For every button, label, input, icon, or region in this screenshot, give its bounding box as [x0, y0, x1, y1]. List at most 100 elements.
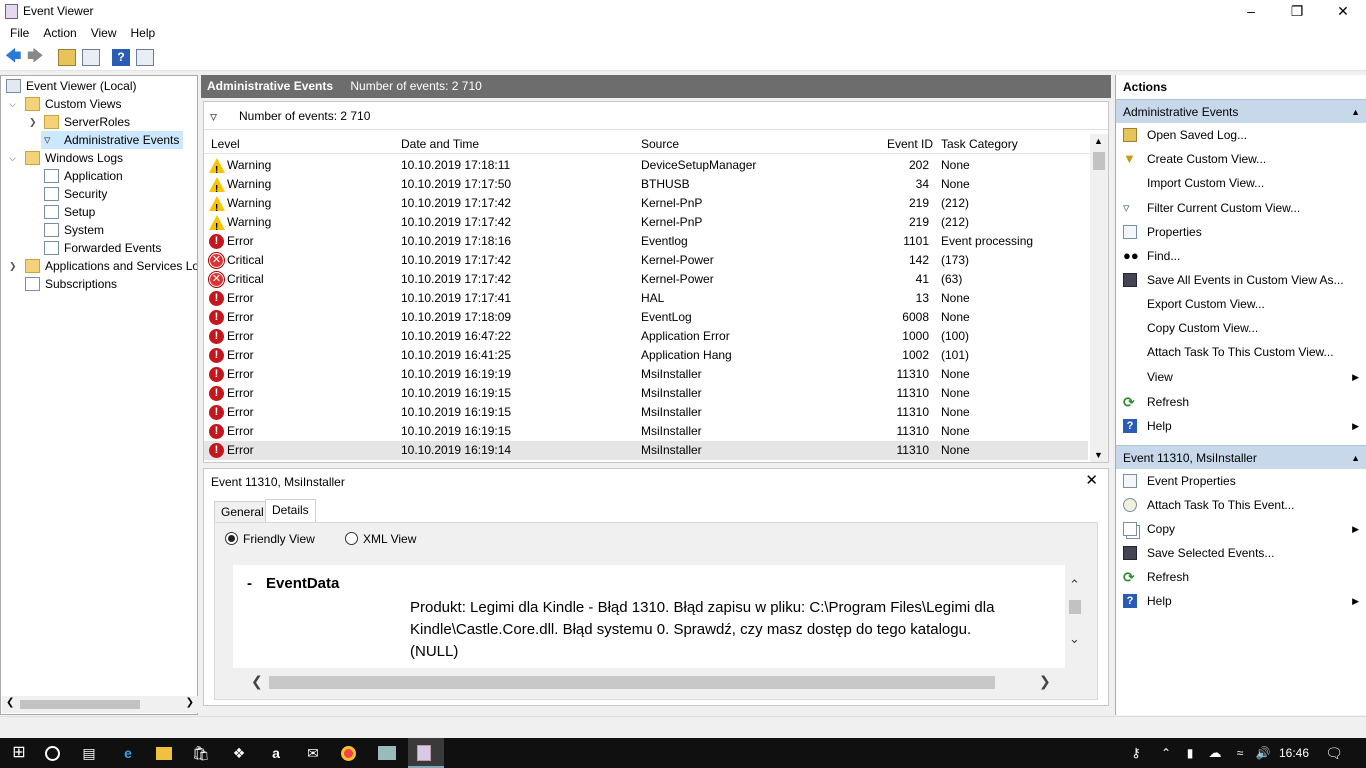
action-item[interactable]: ▿ Filter Current Custom View...: [1116, 196, 1366, 220]
action-item[interactable]: Import Custom View...: [1116, 171, 1366, 195]
action-item[interactable]: Open Saved Log...: [1116, 123, 1366, 147]
scroll-left-icon[interactable]: ❮: [6, 697, 14, 708]
chevron-right-icon[interactable]: ❯: [9, 257, 19, 275]
tree-windows-logs[interactable]: ⌵ Windows Logs: [7, 149, 197, 167]
scrollbar-thumb[interactable]: [1069, 600, 1081, 614]
table-row[interactable]: ! Error 10.10.2019 16:47:22 Application Err…: [204, 327, 1088, 346]
tree-horizontal-scrollbar[interactable]: ❮ ❯: [2, 696, 198, 713]
up-folder-icon[interactable]: [58, 49, 76, 66]
tree-applications-services[interactable]: ❯ Applications and Services Lo: [7, 257, 197, 275]
tree-setup[interactable]: Setup: [44, 203, 194, 221]
column-source[interactable]: Source: [641, 137, 679, 151]
windows-start-icon[interactable]: ⊞: [10, 744, 28, 762]
chevron-up-icon[interactable]: ⌃: [1157, 744, 1175, 762]
friendly-view-label[interactable]: Friendly View: [243, 532, 315, 546]
action-item[interactable]: Export Custom View...: [1116, 292, 1366, 316]
battery-icon[interactable]: ▮: [1181, 744, 1199, 762]
action-item[interactable]: Attach Task To This Custom View...: [1116, 340, 1366, 364]
action-item[interactable]: ▼ Create Custom View...: [1116, 147, 1366, 171]
menu-help[interactable]: Help: [124, 23, 163, 43]
table-row[interactable]: ! Error 10.10.2019 16:41:25 Application Han…: [204, 346, 1088, 365]
table-row[interactable]: ✕ Critical 10.10.2019 17:17:42 Kernel-Power…: [204, 270, 1088, 289]
volume-icon[interactable]: 🔊: [1254, 744, 1272, 762]
people-icon[interactable]: ⚷: [1127, 744, 1145, 762]
onedrive-cloud-icon[interactable]: ☁: [1206, 744, 1224, 762]
edge-browser-icon[interactable]: e: [119, 744, 137, 762]
action-item[interactable]: Copy Custom View...: [1116, 316, 1366, 340]
action-item[interactable]: Event Properties: [1116, 469, 1366, 493]
show-hide-tree-icon[interactable]: [82, 49, 100, 66]
action-item[interactable]: View ▶: [1116, 365, 1366, 389]
action-item[interactable]: ? Help ▶: [1116, 589, 1366, 613]
forward-arrow-icon[interactable]: 🡆: [27, 49, 45, 66]
action-item[interactable]: ⟳ Refresh: [1116, 565, 1366, 589]
action-item[interactable]: Save All Events in Custom View As...: [1116, 268, 1366, 292]
notifications-icon[interactable]: 🗨: [1325, 744, 1343, 762]
xml-view-radio[interactable]: [345, 532, 358, 545]
action-item[interactable]: ? Help ▶: [1116, 414, 1366, 438]
action-item[interactable]: ⟳ Refresh: [1116, 390, 1366, 414]
scroll-right-icon[interactable]: ❯: [186, 697, 194, 708]
grid-vertical-scrollbar[interactable]: ▲ ▼: [1090, 134, 1108, 462]
column-date-time[interactable]: Date and Time: [401, 137, 479, 151]
scroll-down-icon[interactable]: ▼: [1094, 450, 1103, 460]
tree-server-roles[interactable]: ❯ ServerRoles: [7, 113, 197, 131]
chevron-right-icon[interactable]: ❯: [29, 113, 39, 131]
file-explorer-icon[interactable]: [156, 747, 172, 760]
tree-security[interactable]: Security: [44, 185, 194, 203]
column-level[interactable]: Level: [211, 137, 240, 151]
actions-section-admin-events[interactable]: Administrative Events ▲: [1116, 99, 1366, 123]
close-button[interactable]: ✕: [1320, 0, 1366, 23]
table-row[interactable]: ! Error 10.10.2019 16:19:15 MsiInstaller 113…: [204, 403, 1088, 422]
scroll-right-icon[interactable]: ❯: [1039, 673, 1051, 690]
tab-general[interactable]: General: [214, 501, 271, 523]
column-task-category[interactable]: Task Category: [941, 137, 1018, 151]
table-row[interactable]: ! Warning 10.10.2019 17:17:42 Kernel-PnP 219…: [204, 194, 1088, 214]
chevron-down-icon[interactable]: ⌵: [9, 149, 19, 167]
amazon-icon[interactable]: a: [267, 744, 285, 762]
tree-forwarded-events[interactable]: Forwarded Events: [44, 239, 194, 257]
actions-section-event[interactable]: Event 11310, MsiInstaller ▲: [1116, 445, 1366, 469]
table-row[interactable]: ! Error 10.10.2019 16:19:15 MsiInstaller 113…: [204, 384, 1088, 403]
table-row[interactable]: ! Error 10.10.2019 17:17:41 HAL 13 None: [204, 289, 1088, 308]
scroll-up-icon[interactable]: ⌃: [1069, 577, 1080, 593]
wifi-icon[interactable]: ≈: [1231, 744, 1249, 762]
computer-management-icon[interactable]: [378, 746, 396, 760]
mail-icon[interactable]: ✉: [304, 744, 322, 762]
scrollbar-thumb[interactable]: [20, 700, 140, 709]
tree-custom-views[interactable]: ⌵ Custom Views: [7, 95, 197, 113]
help-icon[interactable]: ?: [112, 49, 130, 66]
scroll-down-icon[interactable]: ⌄: [1069, 631, 1080, 647]
tab-details[interactable]: Details: [265, 499, 316, 523]
table-row[interactable]: ! Error 10.10.2019 16:19:19 MsiInstaller 113…: [204, 365, 1088, 384]
menu-action[interactable]: Action: [36, 23, 83, 43]
dropbox-icon[interactable]: ❖: [230, 744, 248, 762]
search-circle-icon[interactable]: [45, 746, 60, 761]
collapse-triangle-icon[interactable]: ▲: [1351, 446, 1360, 470]
table-row[interactable]: ✕ Critical 10.10.2019 17:17:42 Kernel-Power…: [204, 251, 1088, 270]
task-view-icon[interactable]: ▤: [80, 744, 98, 762]
scrollbar-thumb[interactable]: [1093, 152, 1105, 170]
collapse-section-toggle[interactable]: -: [247, 575, 252, 592]
table-row[interactable]: ! Warning 10.10.2019 17:18:11 DeviceSetupMa…: [204, 156, 1088, 176]
action-item[interactable]: Properties: [1116, 220, 1366, 244]
collapse-triangle-icon[interactable]: ▲: [1351, 100, 1360, 124]
column-event-id[interactable]: Event ID: [887, 137, 933, 151]
back-arrow-icon[interactable]: 🡄: [5, 49, 23, 66]
table-row[interactable]: ! Error 10.10.2019 16:19:14 MsiInstaller 113…: [204, 441, 1088, 460]
table-row[interactable]: ! Error 10.10.2019 17:18:09 EventLog 6008 Non…: [204, 308, 1088, 327]
table-row[interactable]: ! Error 10.10.2019 17:18:16 Eventlog 1101 Eve…: [204, 232, 1088, 251]
action-item[interactable]: Attach Task To This Event...: [1116, 493, 1366, 517]
action-item[interactable]: Save Selected Events...: [1116, 541, 1366, 565]
minimize-button[interactable]: –: [1228, 0, 1274, 23]
xml-view-label[interactable]: XML View: [363, 532, 416, 546]
table-row[interactable]: ! Warning 10.10.2019 17:17:42 Kernel-PnP 219…: [204, 213, 1088, 233]
scrollbar-thumb[interactable]: [269, 676, 995, 689]
friendly-view-radio[interactable]: [225, 532, 238, 545]
close-detail-icon[interactable]: ✕: [1085, 471, 1098, 489]
tree-subscriptions[interactable]: Subscriptions: [25, 275, 195, 293]
menu-view[interactable]: View: [84, 23, 124, 43]
chrome-icon[interactable]: [341, 746, 356, 761]
restore-button[interactable]: ❐: [1274, 0, 1320, 23]
tree-system[interactable]: System: [44, 221, 194, 239]
